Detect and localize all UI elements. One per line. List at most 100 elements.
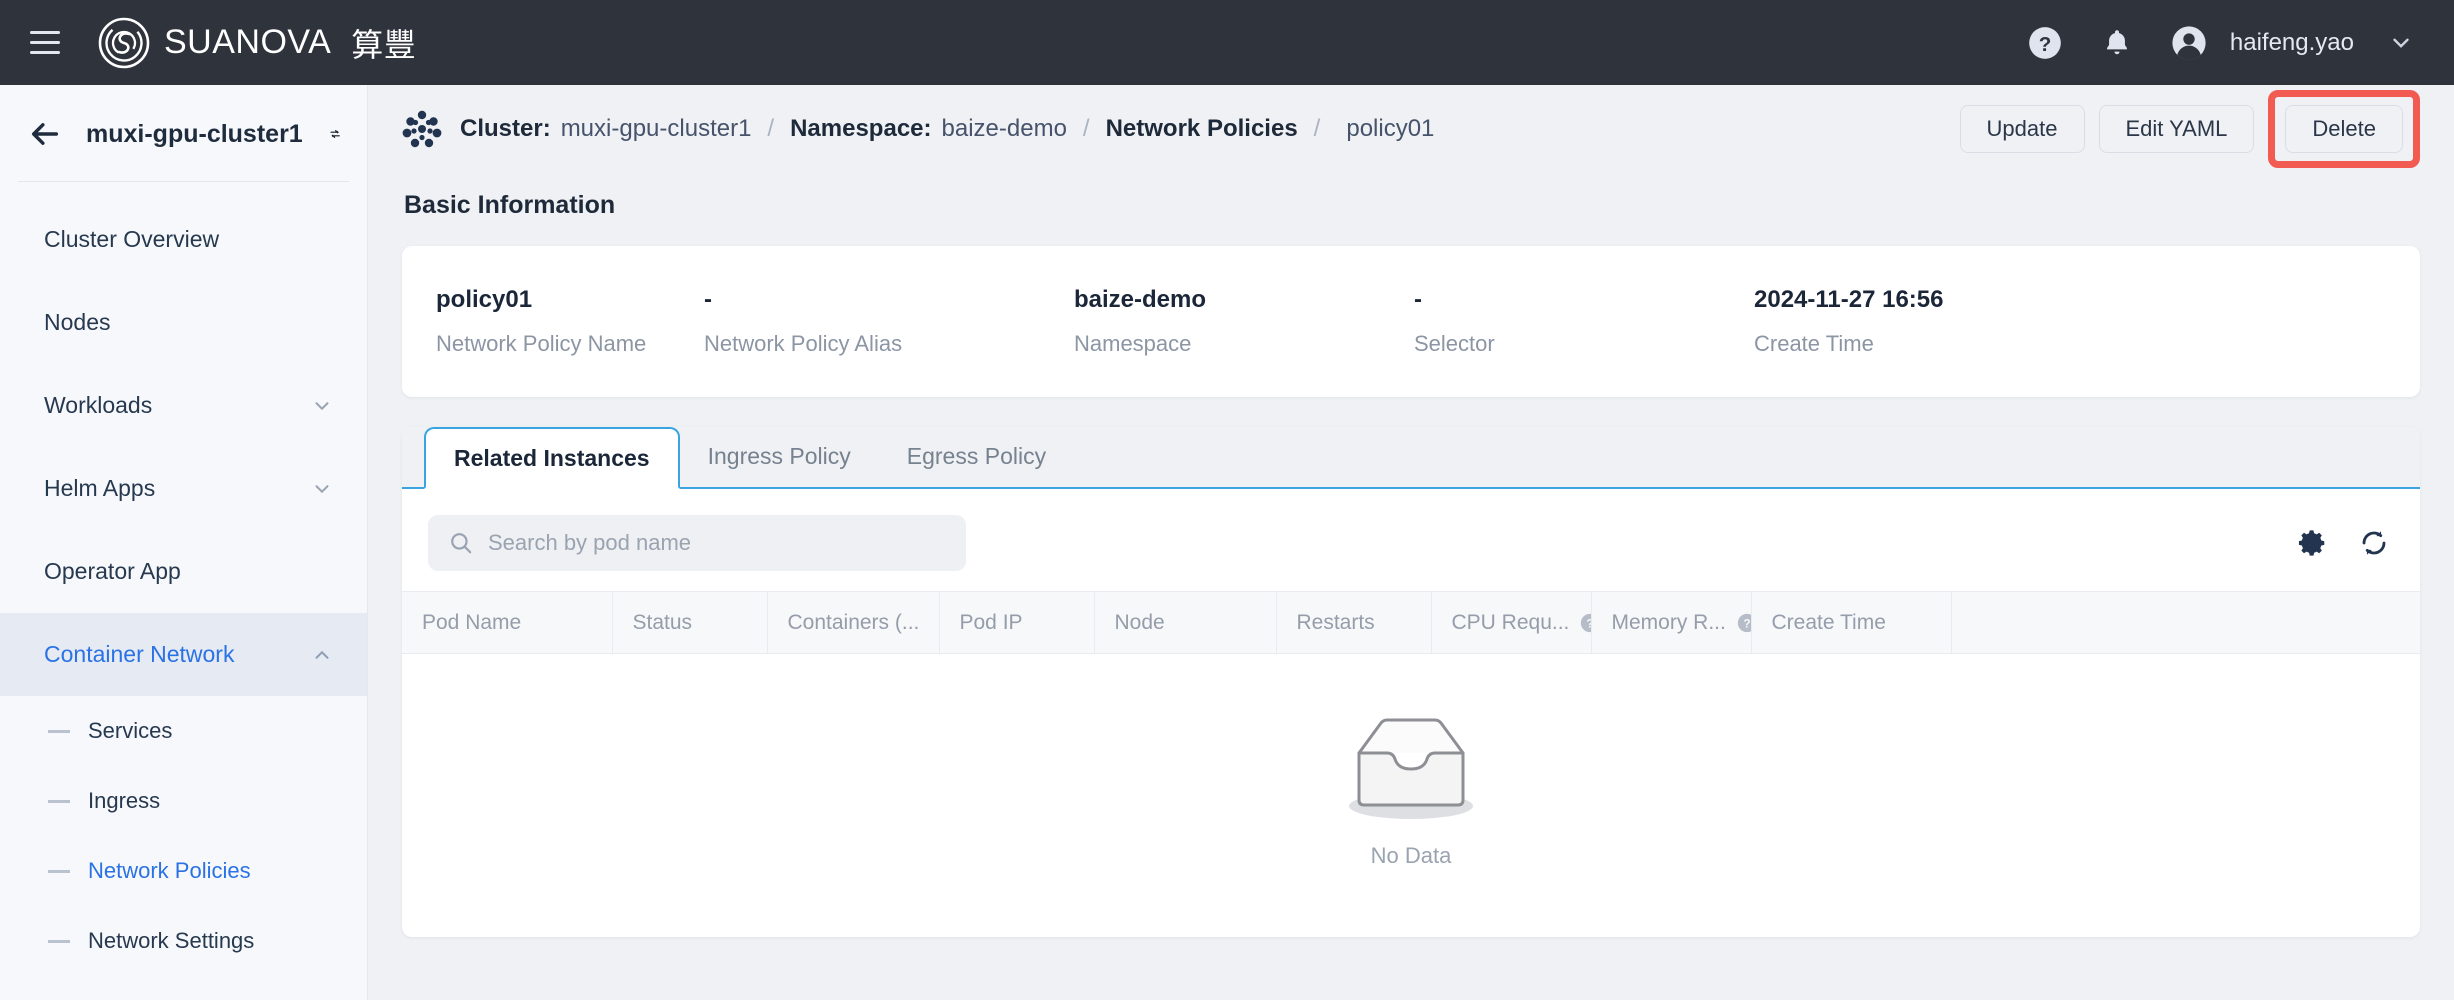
info-value: - (704, 286, 712, 313)
table-header-row: Pod Name Status Containers (... Pod IP N… (402, 591, 2420, 654)
tab-bar: Related Instances Ingress Policy Egress … (402, 427, 2420, 489)
sidebar-subitem-network-policies[interactable]: Network Policies (0, 836, 367, 906)
empty-inbox-icon (1349, 718, 1473, 819)
column-header-node[interactable]: Node (1094, 591, 1277, 654)
search-input[interactable]: Search by pod name (428, 515, 966, 571)
brand-name: SUANOVA (164, 23, 332, 61)
sidebar-item-label: Operator App (44, 558, 181, 584)
search-icon (451, 533, 472, 554)
sidebar-cluster-header: muxi-gpu-cluster1 (0, 85, 367, 181)
refresh-icon[interactable] (2358, 527, 2390, 559)
column-header-containers[interactable]: Containers (... (767, 591, 940, 654)
chevron-up-icon (315, 650, 329, 659)
top-bar: SUANOVA 算豐 ? haifeng.yao (0, 0, 2454, 85)
breadcrumb-cluster-value[interactable]: muxi-gpu-cluster1 (561, 115, 752, 143)
brand-name-cn: 算豐 (351, 26, 417, 63)
svg-text:?: ? (2039, 32, 2052, 55)
column-header-pod-ip[interactable]: Pod IP (939, 591, 1095, 654)
column-label: Create Time (1771, 610, 1886, 634)
info-field-policy-name: policy01 Network Policy Name (402, 286, 670, 357)
tab-ingress-policy[interactable]: Ingress Policy (680, 425, 879, 487)
svg-text:?: ? (1743, 616, 1750, 630)
breadcrumb-separator: / (1082, 115, 1090, 142)
table-tool-icons (2296, 527, 2390, 559)
breadcrumb-cluster-label: Cluster: (460, 115, 551, 142)
gear-icon[interactable] (2296, 527, 2328, 559)
sidebar-item-helm-apps[interactable]: Helm Apps (0, 447, 367, 530)
column-label: Memory R... (1611, 610, 1726, 634)
username-label: haifeng.yao (2229, 28, 2354, 56)
avatar[interactable] (2170, 24, 2208, 62)
breadcrumb-current-page: policy01 (1346, 115, 1435, 142)
delete-button[interactable]: Delete (2285, 105, 2403, 153)
help-circle-icon[interactable]: ? (1736, 612, 1751, 634)
chevron-down-icon (315, 401, 329, 410)
column-header-actions (1951, 591, 2420, 654)
hamburger-icon[interactable] (22, 20, 68, 66)
top-bar-right: ? haifeng.yao (2026, 24, 2414, 62)
sidebar-cluster-name: muxi-gpu-cluster1 (86, 119, 303, 148)
column-label: Status (632, 610, 693, 634)
dash-icon (48, 869, 70, 873)
info-value: baize-demo (1074, 286, 1207, 313)
info-field-create-time: 2024-11-27 16:56 Create Time (1720, 286, 2060, 357)
column-label: Pod IP (959, 610, 1023, 634)
column-header-pod-name[interactable]: Pod Name (402, 591, 613, 654)
cluster-dots-icon (402, 110, 442, 148)
sidebar-nav: Cluster Overview Nodes Workloads Helm Ap… (0, 182, 367, 976)
pods-table: Pod Name Status Containers (... Pod IP N… (402, 591, 2420, 654)
tab-egress-policy[interactable]: Egress Policy (879, 425, 1074, 487)
edit-yaml-button[interactable]: Edit YAML (2098, 105, 2255, 153)
info-field-selector: - Selector (1380, 286, 1720, 357)
basic-information-card: policy01 Network Policy Name - Network P… (402, 246, 2420, 397)
question-circle-icon[interactable]: ? (2026, 24, 2064, 62)
sidebar-item-workloads[interactable]: Workloads (0, 364, 367, 447)
sidebar-subitem-ingress[interactable]: Ingress (0, 766, 367, 836)
arrow-left-icon[interactable] (28, 117, 62, 151)
dash-icon (48, 939, 70, 943)
column-header-memory-request[interactable]: Memory R... ? (1591, 591, 1752, 654)
bell-icon[interactable] (2098, 24, 2136, 62)
info-label: Namespace (1074, 331, 1192, 356)
info-label: Network Policy Alias (704, 331, 903, 356)
delete-button-highlight: Delete (2268, 90, 2420, 168)
breadcrumb-namespace-label: Namespace: (790, 115, 932, 142)
breadcrumb: Cluster: muxi-gpu-cluster1 / Namespace: … (460, 115, 1434, 143)
info-value: policy01 (436, 286, 533, 313)
column-label: Node (1114, 610, 1165, 634)
empty-state-label: No Data (1370, 843, 1452, 868)
sidebar-item-cluster-overview[interactable]: Cluster Overview (0, 198, 367, 281)
sidebar-subitem-network-settings[interactable]: Network Settings (0, 906, 367, 976)
column-header-restarts[interactable]: Restarts (1276, 591, 1432, 654)
sidebar-item-operator-app[interactable]: Operator App (0, 530, 367, 613)
column-header-status[interactable]: Status (612, 591, 768, 654)
sidebar-subitem-services[interactable]: Services (0, 696, 367, 766)
column-header-cpu-request[interactable]: CPU Requ... ? (1431, 591, 1592, 654)
breadcrumb-bar: Cluster: muxi-gpu-cluster1 / Namespace: … (368, 85, 2454, 173)
chevron-down-icon (315, 484, 329, 493)
info-value: 2024-11-27 16:56 (1754, 286, 1944, 313)
tab-related-instances[interactable]: Related Instances (424, 427, 680, 489)
chevron-down-icon[interactable] (2388, 30, 2414, 56)
suanova-logo-icon (98, 17, 150, 68)
info-label: Selector (1414, 331, 1495, 356)
column-header-create-time[interactable]: Create Time (1751, 591, 1952, 654)
sidebar-item-nodes[interactable]: Nodes (0, 281, 367, 364)
sidebar-item-label: Helm Apps (44, 475, 156, 501)
sidebar-subitem-label: Services (88, 718, 173, 743)
sidebar-item-container-network[interactable]: Container Network (0, 613, 367, 696)
info-label: Network Policy Name (436, 331, 647, 356)
column-label: Pod Name (422, 610, 522, 634)
page-title: Basic Information (404, 191, 616, 219)
column-label: CPU Requ... (1451, 610, 1570, 634)
update-button[interactable]: Update (1959, 105, 2085, 153)
sidebar-item-label: Workloads (44, 392, 153, 418)
breadcrumb-namespace-value[interactable]: baize-demo (942, 115, 1067, 143)
help-circle-icon[interactable]: ? (1579, 612, 1591, 634)
info-label: Create Time (1754, 331, 1874, 356)
breadcrumb-separator: / (1313, 115, 1321, 142)
info-field-namespace: baize-demo Namespace (1040, 286, 1380, 357)
swap-cluster-icon[interactable] (329, 120, 341, 148)
breadcrumb-resource-link[interactable]: Network Policies (1106, 115, 1298, 143)
dash-icon (48, 729, 70, 733)
